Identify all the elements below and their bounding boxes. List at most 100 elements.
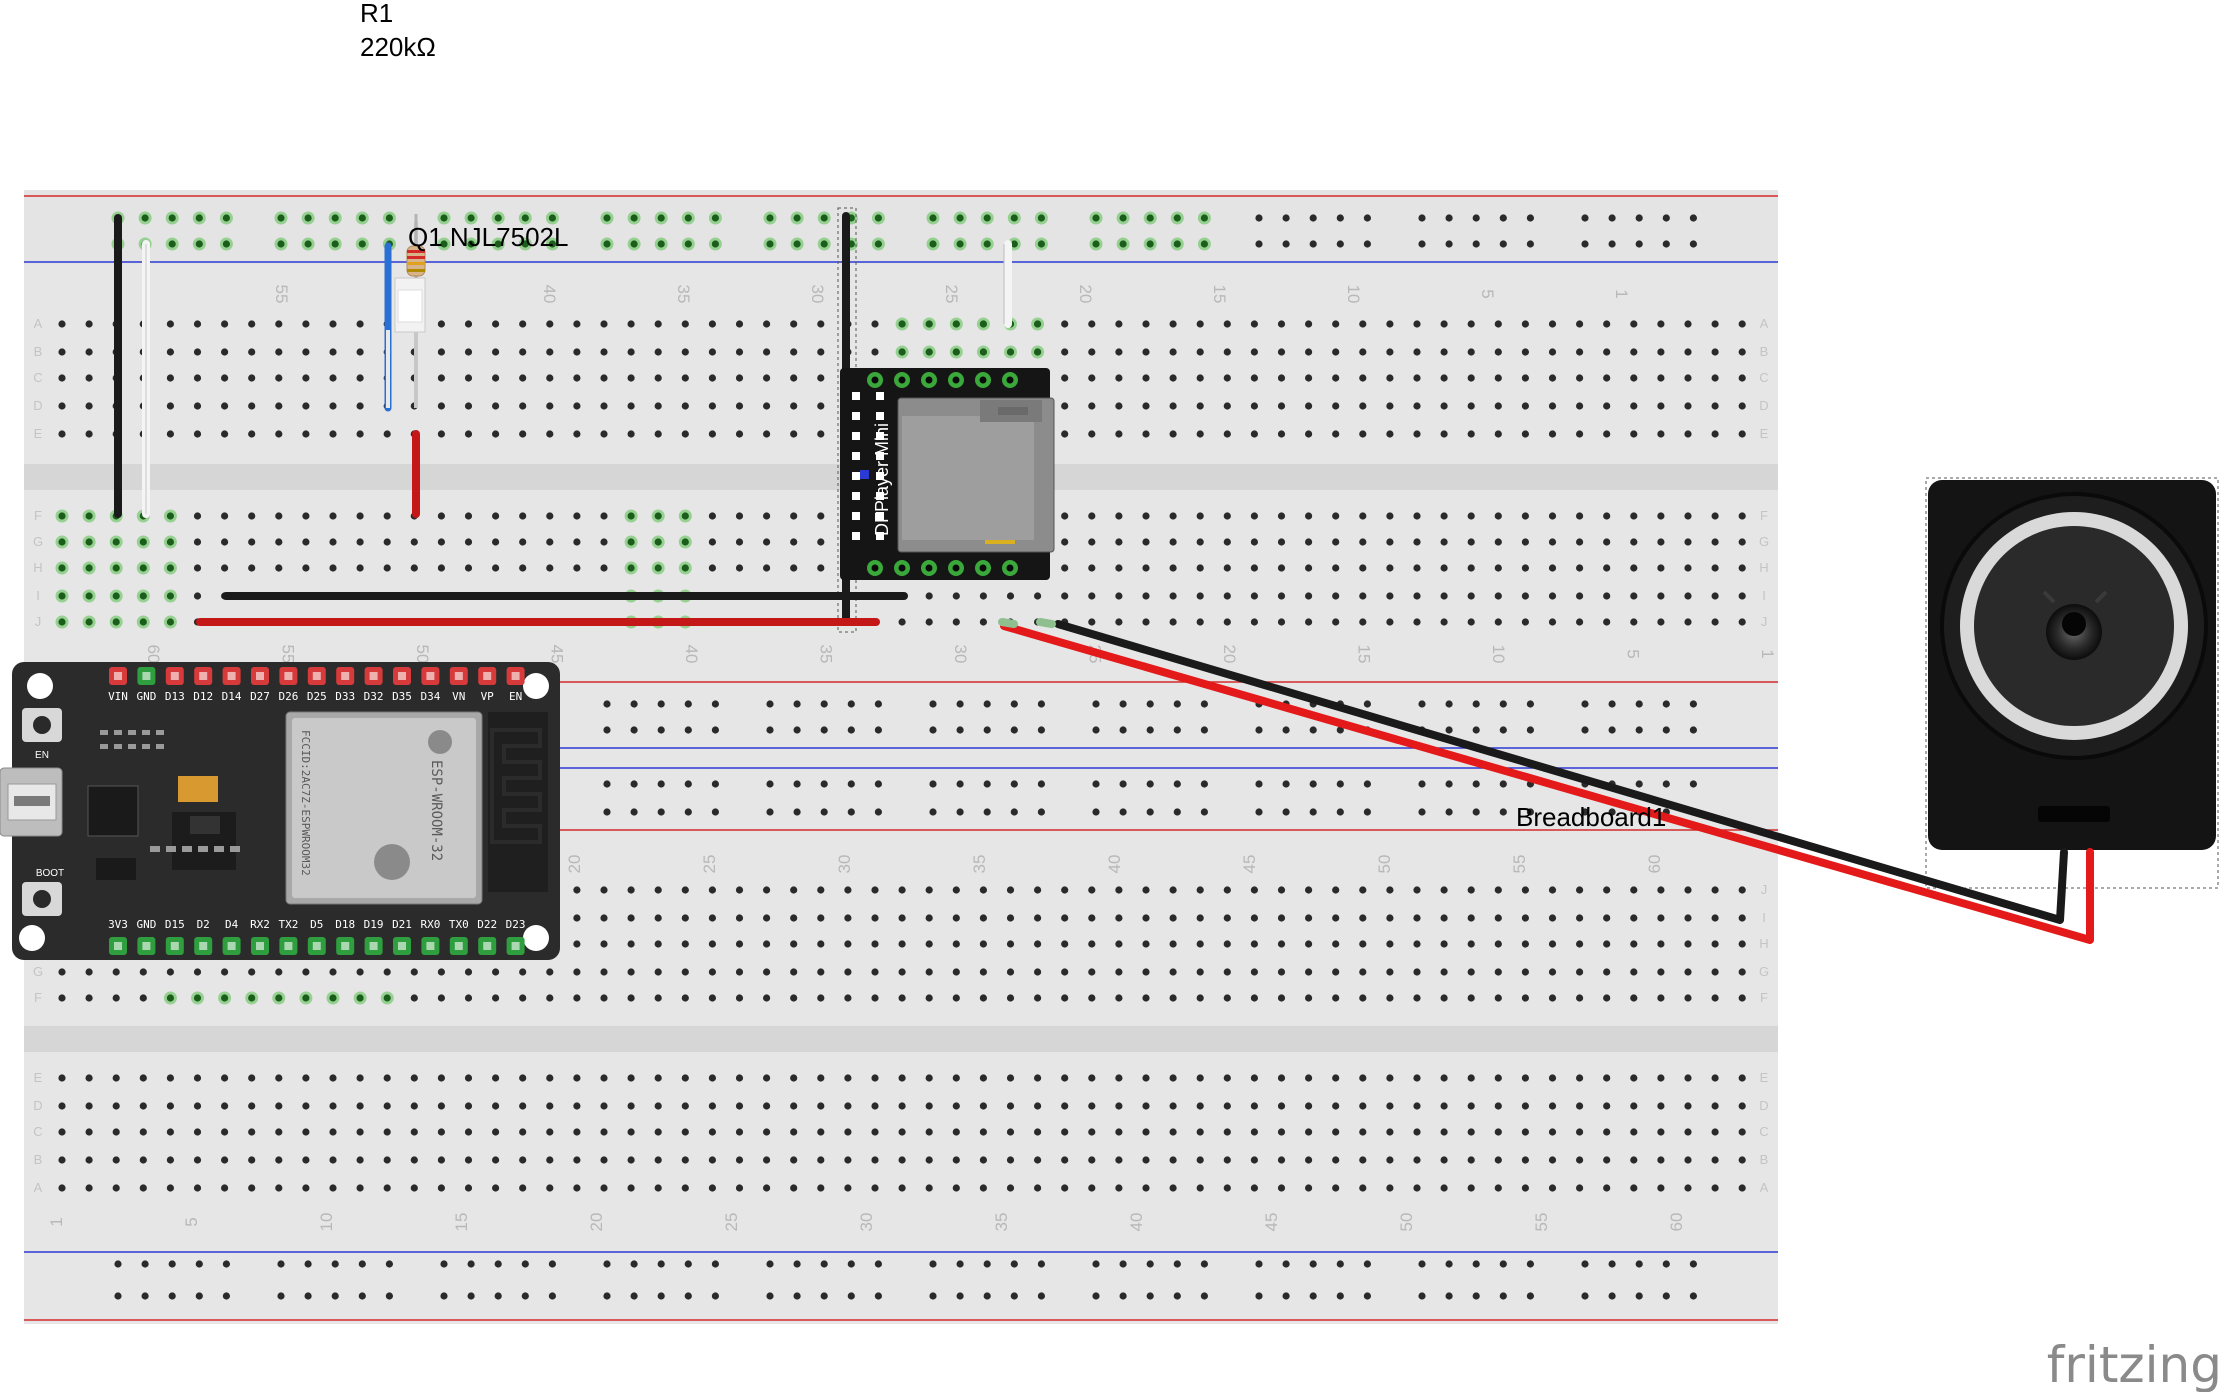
breadboard-hole bbox=[275, 430, 283, 438]
breadboard-hole bbox=[1196, 914, 1204, 922]
breadboard-hole bbox=[630, 700, 638, 708]
breadboard-hole bbox=[708, 430, 717, 438]
breadboard-hole bbox=[114, 1260, 122, 1268]
breadboard-hole bbox=[1689, 1260, 1697, 1268]
breadboard-hole bbox=[166, 402, 174, 410]
breadboard-hole bbox=[708, 1156, 717, 1164]
breadboard-hole bbox=[85, 1074, 93, 1082]
breadboard-hole bbox=[763, 348, 771, 356]
breadboard-hole bbox=[331, 1260, 339, 1268]
breadboard-hole bbox=[193, 402, 202, 410]
breadboard-hole bbox=[494, 214, 502, 222]
breadboard-hole bbox=[766, 1292, 774, 1300]
breadboard-hole bbox=[1173, 700, 1181, 708]
breadboard-hole bbox=[654, 430, 662, 438]
breadboard-hole bbox=[1115, 914, 1123, 922]
breadboard-hole bbox=[1115, 430, 1123, 438]
breadboard-hole bbox=[85, 968, 93, 976]
breadboard-hole bbox=[654, 940, 662, 948]
breadboard-hole bbox=[1061, 886, 1069, 894]
breadboard-hole bbox=[139, 1184, 147, 1192]
breadboard-hole bbox=[1363, 700, 1371, 708]
breadboard-hole bbox=[627, 320, 635, 328]
breadboard-hole bbox=[925, 940, 933, 948]
breadboard-hole bbox=[1440, 1184, 1448, 1192]
breadboard-hole bbox=[847, 780, 855, 788]
breadboard-hole bbox=[627, 1156, 635, 1164]
breadboard-hole bbox=[492, 320, 500, 328]
breadboard-hole bbox=[1142, 914, 1150, 922]
column-number: 50 bbox=[1375, 855, 1394, 874]
breadboard-hole bbox=[1548, 538, 1557, 546]
breadboard-hole bbox=[600, 430, 608, 438]
breadboard-hole bbox=[464, 512, 473, 520]
breadboard-hole bbox=[1738, 564, 1746, 572]
breadboard-hole bbox=[898, 1184, 906, 1192]
esp32-board[interactable]: EN BOOT ESP-WROOM-32 FCCID:2AC7Z-ESPWROO… bbox=[0, 662, 560, 960]
breadboard-hole bbox=[248, 564, 256, 572]
speaker[interactable] bbox=[1925, 477, 2219, 889]
breadboard-hole bbox=[1576, 1074, 1584, 1082]
breadboard-hole bbox=[139, 1156, 147, 1164]
breadboard-hole bbox=[1332, 1128, 1340, 1136]
breadboard-hole bbox=[248, 538, 256, 546]
breadboard-hole bbox=[684, 1260, 692, 1268]
breadboard-hole bbox=[1440, 1102, 1448, 1110]
breadboard-hole bbox=[1494, 320, 1502, 328]
breadboard-hole bbox=[925, 1156, 933, 1164]
breadboard-hole bbox=[166, 1184, 174, 1192]
breadboard-hole bbox=[1200, 780, 1208, 788]
breadboard-hole bbox=[1250, 1102, 1258, 1110]
breadboard-hole bbox=[1548, 348, 1557, 356]
breadboard-hole bbox=[329, 1102, 337, 1110]
breadboard-hole bbox=[85, 402, 93, 410]
breadboard-hole bbox=[898, 618, 906, 626]
breadboard-hole bbox=[1581, 1292, 1589, 1300]
breadboard-hole bbox=[1684, 914, 1692, 922]
breadboard-hole bbox=[1223, 914, 1231, 922]
breadboard-hole bbox=[1255, 1260, 1263, 1268]
breadboard-hole bbox=[1440, 430, 1448, 438]
breadboard-hole bbox=[1576, 1128, 1584, 1136]
breadboard-hole bbox=[763, 402, 771, 410]
breadboard-hole bbox=[356, 320, 364, 328]
breadboard-hole bbox=[1115, 618, 1123, 626]
breadboard-hole bbox=[1548, 1128, 1557, 1136]
breadboard-hole bbox=[1359, 592, 1367, 600]
breadboard-hole bbox=[600, 512, 608, 520]
breadboard-hole bbox=[168, 240, 176, 248]
breadboard-hole bbox=[573, 914, 581, 922]
breadboard-hole bbox=[684, 240, 692, 248]
breadboard-hole bbox=[331, 214, 339, 222]
breadboard-hole bbox=[1467, 348, 1475, 356]
breadboard-hole bbox=[112, 618, 120, 626]
breadboard-hole bbox=[979, 886, 988, 894]
breadboard-hole bbox=[275, 538, 283, 546]
esp-pin-label: D2 bbox=[197, 918, 210, 931]
breadboard-hole bbox=[277, 1260, 285, 1268]
breadboard-hole bbox=[1010, 1292, 1018, 1300]
dfplayer-mini[interactable]: DFPlayer Mini bbox=[840, 368, 1055, 580]
breadboard-hole bbox=[329, 320, 337, 328]
breadboard-hole bbox=[1711, 914, 1719, 922]
breadboard-hole bbox=[1494, 1156, 1502, 1164]
breadboard-hole bbox=[1576, 1102, 1584, 1110]
breadboard-hole bbox=[166, 430, 174, 438]
column-number: 30 bbox=[808, 285, 827, 304]
breadboard-hole bbox=[329, 1184, 337, 1192]
breadboard-hole bbox=[711, 1260, 720, 1268]
breadboard-hole bbox=[521, 214, 529, 222]
breadboard-hole bbox=[1223, 512, 1231, 520]
breadboard-hole bbox=[1142, 968, 1150, 976]
breadboard-hole bbox=[1359, 564, 1367, 572]
breadboard-hole bbox=[1684, 512, 1692, 520]
breadboard-hole bbox=[711, 214, 720, 222]
breadboard-hole bbox=[302, 374, 310, 382]
breadboard-hole bbox=[1576, 564, 1584, 572]
breadboard-hole bbox=[1445, 240, 1453, 248]
breadboard-hole bbox=[546, 320, 554, 328]
breadboard-hole bbox=[1142, 886, 1150, 894]
breadboard-hole bbox=[1115, 968, 1123, 976]
breadboard-hole bbox=[248, 1102, 256, 1110]
breadboard-hole bbox=[139, 1128, 147, 1136]
